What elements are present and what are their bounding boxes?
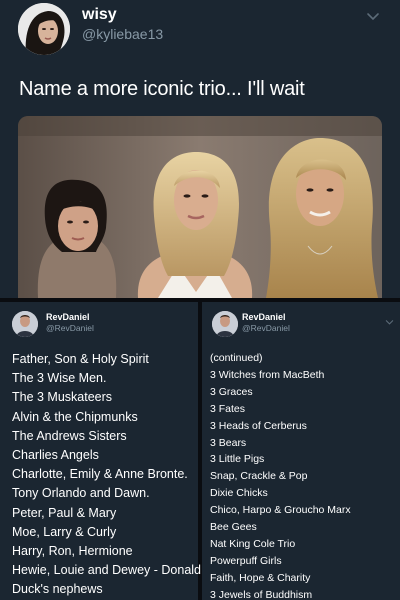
list-item: The 3 Wise Men. [12, 371, 107, 386]
avatar[interactable] [18, 3, 70, 55]
list-item: 3 Heads of Cerberus [210, 419, 307, 432]
trio-list: Father, Son & Holy Spirit The 3 Wise Men… [12, 350, 201, 600]
list-item: The Andrews Sisters [12, 428, 127, 443]
chevron-down-icon[interactable] [366, 10, 380, 24]
trio-photo [18, 116, 382, 298]
list-item: Tony Orlando and Dawn. [12, 486, 150, 501]
list-item: Alvin & the Chipmunks [12, 409, 138, 424]
list-item: Nat King Cole Trio [210, 537, 296, 550]
list-item: Harry, Ron, Hermione [12, 544, 133, 559]
list-item: Powerpuff Girls [210, 554, 282, 567]
chevron-down-icon[interactable] [385, 318, 394, 327]
avatar[interactable] [12, 311, 38, 337]
list-item: 3 Bears [210, 436, 247, 449]
list-item: Father, Son & Holy Spirit [12, 352, 149, 366]
avatar-photo [12, 311, 38, 337]
tweet-text: Name a more iconic trio... I'll wait [19, 78, 305, 100]
list-item: Hewie, Louie and Dewey - Donald [12, 563, 201, 578]
user-handle[interactable]: @RevDaniel [46, 323, 94, 333]
list-item: Dixie Chicks [210, 487, 268, 500]
display-name[interactable]: RevDaniel [46, 312, 90, 322]
list-item: Chico, Harpo & Groucho Marx [210, 504, 351, 517]
list-item: 3 Little Pigs [210, 453, 265, 466]
top-tweet[interactable]: wisy @kyliebae13 Name a more iconic trio… [0, 0, 400, 298]
avatar[interactable] [212, 311, 238, 337]
reply-card-right[interactable]: RevDaniel @RevDaniel (continued) 3 Witch… [202, 302, 400, 600]
list-item: Charlies Angels [12, 448, 99, 463]
avatar-photo [212, 311, 238, 337]
list-item: Charlotte, Emily & Anne Bronte. [12, 467, 188, 482]
display-name[interactable]: RevDaniel [242, 312, 286, 322]
list-item: Peter, Paul & Mary [12, 505, 117, 520]
list-item: 3 Witches from MacBeth [210, 368, 325, 381]
list-item: Moe, Larry & Curly [12, 524, 117, 539]
list-item: Bee Gees [210, 521, 257, 534]
display-name[interactable]: wisy [82, 6, 117, 24]
reply-card-left[interactable]: RevDaniel @RevDaniel Father, Son & Holy … [0, 302, 201, 600]
list-item: 3 Fates [210, 402, 246, 415]
user-handle[interactable]: @kyliebae13 [82, 26, 163, 42]
trio-list: (continued) 3 Witches from MacBeth 3 Gra… [210, 350, 351, 600]
list-item: Snap, Crackle & Pop [210, 470, 308, 483]
avatar-photo [18, 3, 70, 55]
list-item: 3 Graces [210, 385, 253, 398]
list-item: The 3 Muskateers [12, 390, 113, 405]
tweet-photo[interactable] [18, 116, 382, 298]
list-item: Duck's nephews [12, 582, 103, 597]
user-handle[interactable]: @RevDaniel [242, 323, 290, 333]
list-item: (continued) [210, 352, 263, 364]
screenshot-frame: wisy @kyliebae13 Name a more iconic trio… [0, 0, 400, 600]
list-item: 3 Jewels of Buddhism [210, 588, 313, 600]
list-item: Faith, Hope & Charity [210, 571, 311, 584]
